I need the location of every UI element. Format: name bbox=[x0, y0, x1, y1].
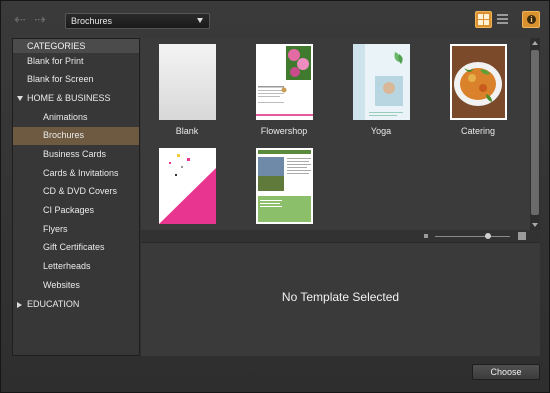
sidebar-item-label: CD & DVD Covers bbox=[43, 186, 118, 196]
sidebar-item-flyers[interactable]: Flyers bbox=[13, 221, 139, 239]
template-thumbnail-yoga[interactable] bbox=[353, 44, 410, 120]
zoom-slider-handle[interactable] bbox=[484, 233, 491, 239]
info-button[interactable]: i bbox=[522, 11, 540, 28]
info-icon: i bbox=[527, 15, 536, 24]
sidebar-item-label: Business Cards bbox=[43, 149, 107, 159]
sidebar-item-animations[interactable]: Animations bbox=[13, 109, 139, 127]
sidebar-item-label: Brochures bbox=[43, 130, 85, 140]
sidebar-item-label: CI Packages bbox=[43, 205, 95, 215]
sidebar-item-cd-dvd-covers[interactable]: CD & DVD Covers bbox=[13, 183, 139, 201]
toolbar: ⇠ ⇢ Brochures i bbox=[1, 1, 549, 37]
sidebar-item-label: Blank for Print bbox=[27, 56, 84, 66]
template-thumbnail-catering[interactable] bbox=[450, 44, 507, 120]
sidebar-item-education[interactable]: EDUCATION bbox=[13, 296, 139, 314]
template-label: Blank bbox=[175, 126, 199, 136]
sidebar-item-blank-for-screen[interactable]: Blank for Screen bbox=[13, 71, 139, 89]
sidebar-item-label: HOME & BUSINESS bbox=[27, 93, 111, 103]
categories-header-label: CATEGORIES bbox=[27, 41, 86, 51]
category-sidebar: CATEGORIES Blank for Print Blank for Scr… bbox=[12, 38, 140, 356]
sidebar-item-label: Flyers bbox=[43, 224, 68, 234]
list-view-button[interactable] bbox=[496, 13, 509, 26]
zoom-bar bbox=[141, 230, 540, 242]
scroll-down-arrow-icon[interactable] bbox=[532, 223, 538, 227]
sidebar-item-label: Websites bbox=[43, 280, 80, 290]
collapse-triangle-icon[interactable] bbox=[17, 302, 22, 308]
sidebar-item-label: Blank for Screen bbox=[27, 74, 94, 84]
template-label: Yoga bbox=[370, 126, 392, 136]
template-thumbnail-flowershop[interactable] bbox=[256, 44, 313, 120]
template-thumbnail-blank[interactable] bbox=[159, 44, 216, 120]
chevron-down-icon bbox=[197, 18, 203, 23]
expand-triangle-icon[interactable] bbox=[17, 96, 23, 101]
sidebar-item-home-business[interactable]: HOME & BUSINESS bbox=[13, 90, 139, 108]
sidebar-item-label: Letterheads bbox=[43, 261, 91, 271]
template-thumbnail-pink-geometric[interactable] bbox=[159, 148, 216, 224]
template-chooser-window: ⇠ ⇢ Brochures i CATEGORIES Blank for Pri… bbox=[0, 0, 550, 393]
grid-view-button[interactable] bbox=[475, 11, 492, 28]
category-select-value: Brochures bbox=[71, 16, 113, 26]
back-arrow-icon[interactable]: ⇠ bbox=[13, 12, 27, 26]
sidebar-item-label: Animations bbox=[43, 112, 88, 122]
category-select[interactable]: Brochures bbox=[65, 13, 210, 29]
sidebar-item-blank-for-print[interactable]: Blank for Print bbox=[13, 53, 139, 71]
sidebar-item-business-cards[interactable]: Business Cards bbox=[13, 146, 139, 164]
template-thumbnail-landscape[interactable] bbox=[256, 148, 313, 224]
categories-header: CATEGORIES bbox=[13, 39, 139, 53]
sidebar-item-brochures[interactable]: Brochures bbox=[13, 127, 139, 145]
sidebar-item-websites[interactable]: Websites bbox=[13, 277, 139, 295]
sidebar-item-cards-invitations[interactable]: Cards & Invitations bbox=[13, 165, 139, 183]
no-selection-message: No Template Selected bbox=[281, 290, 400, 304]
template-detail-panel: No Template Selected bbox=[141, 242, 540, 356]
sidebar-item-letterheads[interactable]: Letterheads bbox=[13, 258, 139, 276]
zoom-small-icon[interactable] bbox=[424, 234, 428, 238]
sidebar-item-ci-packages[interactable]: CI Packages bbox=[13, 202, 139, 220]
scrollbar-thumb[interactable] bbox=[531, 50, 539, 215]
sidebar-item-label: EDUCATION bbox=[27, 299, 80, 309]
template-label: Flowershop bbox=[260, 126, 308, 136]
sidebar-item-label: Gift Certificates bbox=[43, 242, 105, 252]
sidebar-item-label: Cards & Invitations bbox=[43, 168, 119, 178]
forward-arrow-icon[interactable]: ⇢ bbox=[33, 12, 47, 26]
template-gallery: Blank Flowershop Yoga Catering bbox=[141, 38, 530, 230]
sidebar-item-gift-certificates[interactable]: Gift Certificates bbox=[13, 239, 139, 257]
choose-button[interactable]: Choose bbox=[472, 364, 540, 380]
template-label: Catering bbox=[460, 126, 496, 136]
gallery-scrollbar[interactable] bbox=[530, 38, 540, 230]
scroll-up-arrow-icon[interactable] bbox=[532, 41, 538, 45]
zoom-slider[interactable] bbox=[435, 236, 510, 237]
choose-button-label: Choose bbox=[490, 367, 522, 377]
zoom-large-icon[interactable] bbox=[518, 232, 526, 240]
